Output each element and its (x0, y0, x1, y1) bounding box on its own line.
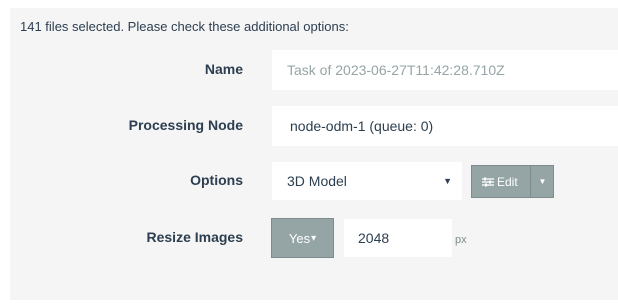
edit-options-label: Edit (497, 174, 518, 189)
options-label: Options (190, 172, 243, 188)
task-name-placeholder: Task of 2023-06-27T11:42:28.710Z (287, 62, 505, 78)
options-preset-select[interactable]: 3D Model ▼ (272, 162, 462, 200)
options-preset-value: 3D Model (287, 173, 347, 189)
caret-down-icon: ▾ (311, 232, 317, 244)
task-name-input[interactable]: Task of 2023-06-27T11:42:28.710Z (272, 50, 618, 90)
edit-options-button[interactable]: Edit ▼ (471, 165, 554, 198)
files-selected-message: 141 files selected. Please check these a… (20, 19, 349, 34)
chevron-down-icon: ▼ (443, 176, 452, 186)
resize-toggle-button[interactable]: Yes ▾ (271, 218, 334, 258)
resize-images-label: Resize Images (146, 229, 244, 245)
resize-size-input[interactable]: 2048 (344, 219, 452, 257)
processing-node-value: node-odm-1 (queue: 0) (290, 118, 434, 134)
resize-toggle-label: Yes (288, 230, 311, 246)
chevron-down-icon[interactable]: ▼ (535, 177, 550, 186)
button-divider (530, 166, 531, 197)
processing-node-select[interactable]: node-odm-1 (queue: 0) (272, 106, 618, 146)
resize-unit-label: px (455, 234, 467, 246)
processing-node-label: Processing Node (128, 117, 243, 133)
name-label: Name (204, 61, 243, 77)
resize-size-value: 2048 (358, 230, 390, 246)
sliders-icon (482, 177, 494, 186)
